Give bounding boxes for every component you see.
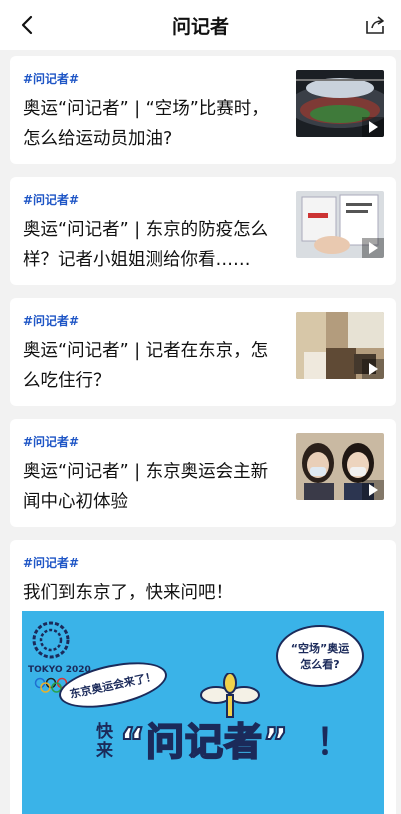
topic-tag[interactable]: #问记者# (23, 70, 79, 87)
banner-main-text: “问记者” (119, 719, 289, 765)
article-title[interactable]: 奥运“问记者” | 东京的防疫怎么样？记者小姐姐测给你看…… (23, 215, 285, 275)
featured-article-card[interactable]: #问记者# 我们到东京了，快来问吧！ TOKYO 2020 东京奥运会来了！ “… (10, 540, 396, 814)
play-icon[interactable] (362, 238, 384, 258)
article-title[interactable]: 奥运“问记者” | 东京奥运会主新闻中心初体验 (23, 457, 285, 517)
share-icon[interactable] (363, 13, 387, 37)
tokyo-2020-emblem-icon (32, 621, 70, 659)
topic-tag[interactable]: #问记者# (23, 191, 79, 208)
banner-kuai-lai: 快来 (96, 722, 113, 761)
featured-banner[interactable]: TOKYO 2020 东京奥运会来了！ “空场”奥运怎么看? 快来 “问记者” … (22, 611, 384, 814)
video-thumbnail[interactable] (296, 433, 384, 500)
play-icon[interactable] (362, 480, 384, 500)
play-icon[interactable] (362, 117, 384, 137)
chevron-left-icon[interactable] (16, 13, 40, 37)
article-card[interactable]: #问记者# 奥运“问记者” | 东京奥运会主新闻中心初体验 (10, 419, 396, 527)
article-title[interactable]: 奥运“问记者” | 记者在东京，怎么吃住行？ (23, 336, 285, 396)
speech-bubble-left: 东京奥运会来了！ (55, 654, 171, 716)
banner-exclamation: ！ (316, 722, 353, 763)
topic-tag[interactable]: #问记者# (23, 433, 79, 450)
play-icon[interactable] (362, 359, 384, 379)
article-card[interactable]: #问记者# 奥运“问记者” | 东京的防疫怎么样？记者小姐姐测给你看…… (10, 177, 396, 285)
topic-tag[interactable]: #问记者# (23, 554, 79, 571)
article-title[interactable]: 奥运“问记者” | “空场”比赛时，怎么给运动员加油? (23, 94, 285, 154)
article-title[interactable]: 我们到东京了，快来问吧！ (23, 578, 383, 608)
video-thumbnail[interactable] (296, 70, 384, 137)
video-thumbnail[interactable] (296, 312, 384, 379)
video-thumbnail[interactable] (296, 191, 384, 258)
article-card[interactable]: #问记者# 奥运“问记者” | “空场”比赛时，怎么给运动员加油? (10, 56, 396, 164)
nav-bar: 问记者 (0, 0, 401, 50)
topic-tag[interactable]: #问记者# (23, 312, 79, 329)
article-card[interactable]: #问记者# 奥运“问记者” | 记者在东京，怎么吃住行？ (10, 298, 396, 406)
speech-bubble-right: “空场”奥运怎么看? (276, 625, 364, 687)
page-title: 问记者 (171, 15, 229, 38)
